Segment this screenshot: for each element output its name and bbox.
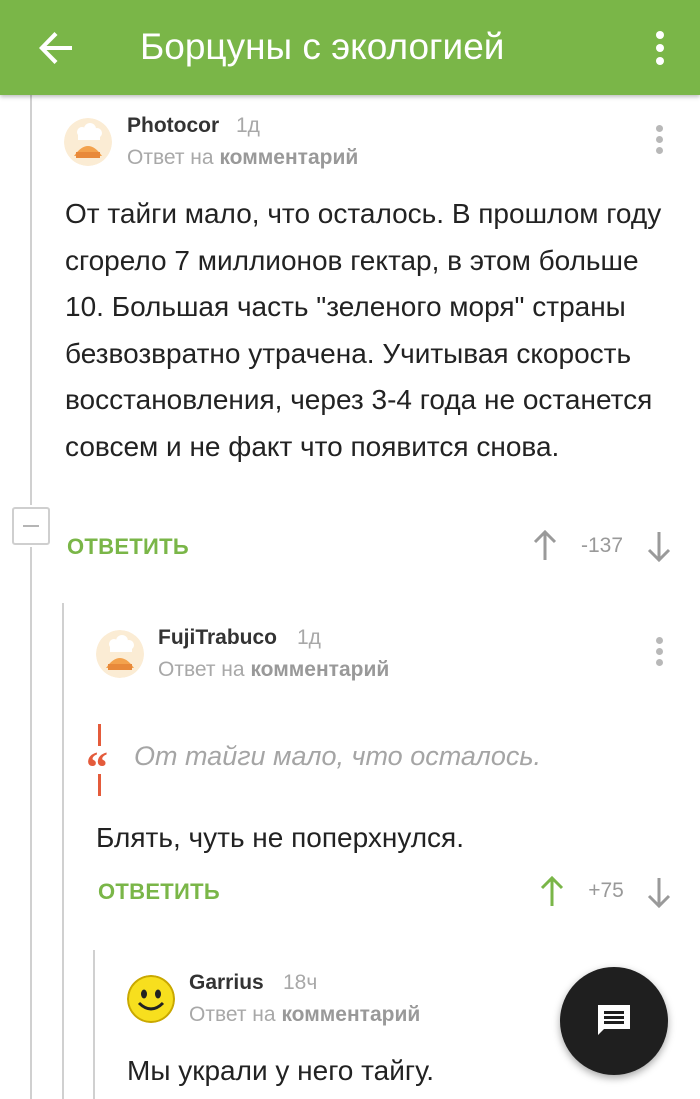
avatar[interactable] [64,118,112,166]
comment-rating: +75 [588,879,624,902]
comment-rating: -137 [580,534,624,557]
downvote-arrow-icon[interactable] [644,874,674,910]
reply-to-link[interactable]: комментарий [219,146,358,169]
comment-time: 1д [297,626,321,649]
thread-line [30,95,32,505]
reply-button[interactable]: ОТВЕТИТЬ [98,879,220,905]
app-bar: Борцуны с экологией [0,0,700,95]
reply-to-label: Ответ на комментарий [127,146,358,170]
avatar[interactable] [96,630,144,678]
reply-to-prefix: Ответ на [127,146,214,169]
avatar[interactable] [127,975,175,1023]
comment-time: 1д [236,114,260,137]
reply-button[interactable]: ОТВЕТИТЬ [67,534,189,560]
chef-avatar-icon [64,118,112,166]
smiley-avatar-icon [127,975,175,1023]
comment-username[interactable]: Photocor [127,114,219,138]
comment-username[interactable]: FujiTrabuco [158,626,277,650]
comment-text: Мы украли у него тайгу. [127,1055,435,1086]
reply-to-link[interactable]: комментарий [281,1003,420,1026]
quote-text: От тайги мало, что осталось. [134,741,542,771]
reply-to-prefix: Ответ на [189,1003,276,1026]
thread-line [93,950,95,1099]
arrow-left-icon[interactable] [32,24,80,72]
reply-to-prefix: Ответ на [158,658,245,681]
page-title: Борцуны с экологией [140,26,505,67]
reply-to-label: Ответ на комментарий [158,658,389,682]
write-comment-button[interactable] [560,967,668,1075]
reply-to-link[interactable]: комментарий [250,658,389,681]
quote-mark-icon: “ [86,743,108,792]
comment-username[interactable]: Garrius [189,971,264,995]
comment-text: Блять, чуть не поперхнулся. [96,822,464,853]
comment-menu-icon[interactable] [649,634,669,674]
comment-text: От тайги мало, что осталось. В прошлом г… [65,198,662,462]
upvote-arrow-icon[interactable] [530,528,560,564]
reply-to-label: Ответ на комментарий [189,1003,420,1027]
thread-line [30,547,32,1099]
more-vertical-icon[interactable] [640,24,680,72]
comment-time: 18ч [283,971,318,994]
chef-avatar-icon [96,630,144,678]
message-icon [598,1005,630,1035]
upvote-arrow-icon[interactable] [537,874,567,910]
collapse-thread-button[interactable] [12,507,50,545]
downvote-arrow-icon[interactable] [644,528,674,564]
thread-line [62,603,64,1099]
comment-menu-icon[interactable] [649,122,669,162]
quote-bar-bottom [98,774,101,796]
